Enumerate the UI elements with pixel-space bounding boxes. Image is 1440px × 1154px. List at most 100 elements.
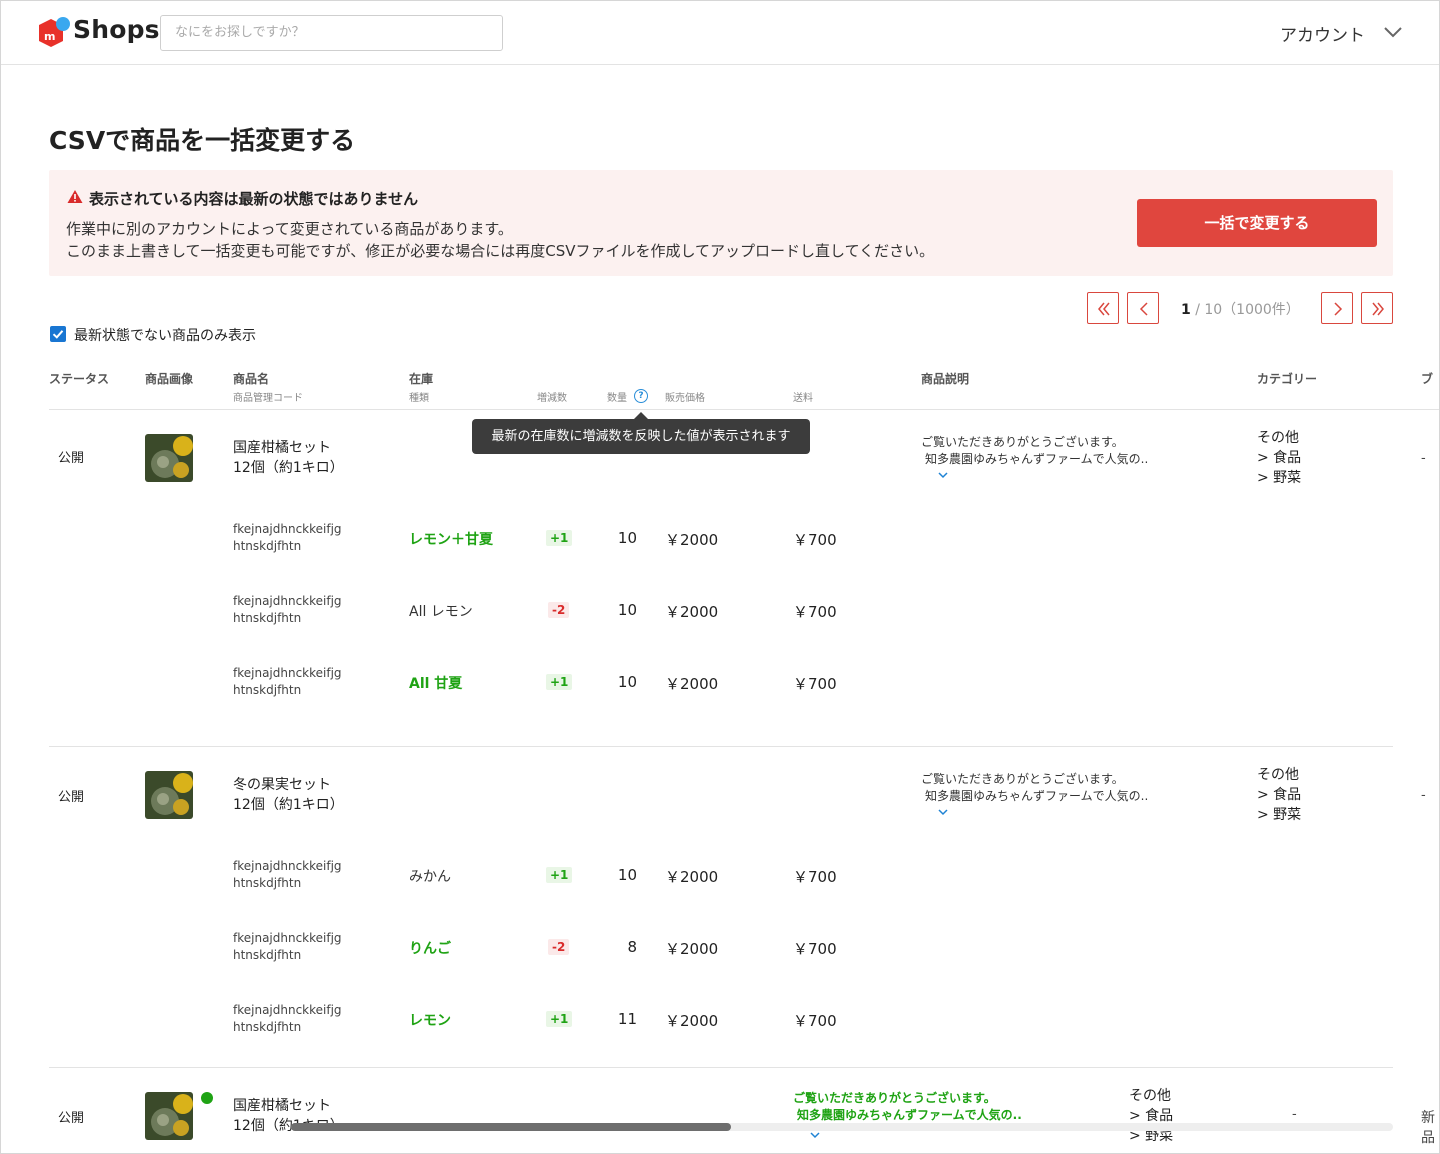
description-line2: 知多農園ゆみちゃんずファームで人気の.. bbox=[925, 789, 1149, 803]
sale-price: ￥2000 bbox=[665, 531, 719, 549]
chevron-right-icon bbox=[1334, 302, 1343, 316]
expand-description-icon[interactable] bbox=[938, 472, 948, 479]
product-name: 冬の果実セット 12個（約1キロ） bbox=[233, 775, 344, 815]
col-next: ブ bbox=[1421, 372, 1434, 386]
delta-badge: -2 bbox=[548, 602, 570, 618]
product-thumbnail[interactable] bbox=[145, 771, 193, 819]
search-input[interactable]: なにをお探しですか？ bbox=[160, 15, 503, 51]
row-divider bbox=[49, 746, 1393, 747]
product-thumbnail[interactable] bbox=[145, 434, 193, 482]
alert-title: 表示されている内容は最新の状態ではありません bbox=[89, 190, 419, 208]
category-level2: > 食品 bbox=[1257, 450, 1302, 466]
account-menu-label[interactable]: アカウント bbox=[1280, 21, 1365, 46]
variant-code-line1: fkejnajdhnckkeifjg bbox=[233, 859, 342, 873]
sale-price: ￥2000 bbox=[665, 603, 719, 621]
double-chevron-left-icon bbox=[1098, 302, 1110, 316]
product-name-line1: 国産柑橘セット bbox=[233, 440, 331, 456]
col-image: 商品画像 bbox=[145, 372, 194, 386]
variant-type: みかん bbox=[409, 869, 451, 885]
horizontal-scrollbar-thumb[interactable] bbox=[291, 1123, 731, 1131]
category-level3: > 野菜 bbox=[1257, 470, 1302, 486]
check-icon bbox=[52, 330, 64, 339]
col-delta: 増減数 bbox=[537, 393, 567, 404]
delta-badge: +1 bbox=[546, 674, 573, 690]
variant-code-line2: htnskdjfhtn bbox=[233, 948, 302, 962]
col-code: 商品管理コード bbox=[233, 393, 303, 404]
prev-page-button[interactable] bbox=[1127, 292, 1159, 324]
delta-badge: +1 bbox=[546, 530, 573, 546]
product-name-line1: 冬の果実セット bbox=[233, 777, 331, 793]
qty-help-icon[interactable]: ? bbox=[634, 389, 648, 403]
shipping-fee: ￥700 bbox=[793, 675, 837, 693]
status-text: 公開 bbox=[58, 1111, 85, 1126]
next-col-value: - bbox=[1421, 788, 1426, 803]
outdated-only-checkbox[interactable] bbox=[50, 326, 66, 342]
product-description: ご覧いただきありがとうございます。知多農園ゆみちゃんずファームで人気の.. bbox=[921, 434, 1148, 468]
bulk-update-button[interactable]: 一括で変更する bbox=[1137, 199, 1377, 247]
col-category: カテゴリー bbox=[1257, 372, 1318, 386]
variant-code: fkejnajdhnckkeifjg htnskdjfhtn bbox=[233, 593, 342, 627]
product-name-line2: 12個（約1キロ） bbox=[233, 460, 344, 476]
category: その他 > 食品 > 野菜 bbox=[1257, 428, 1301, 488]
delta-badge: +1 bbox=[546, 1011, 573, 1027]
variant-type: レモン＋甘夏 bbox=[409, 532, 493, 548]
variant-code-line2: htnskdjfhtn bbox=[233, 1020, 302, 1034]
variant-code: fkejnajdhnckkeifjg htnskdjfhtn bbox=[233, 1002, 342, 1036]
double-chevron-right-icon bbox=[1372, 302, 1384, 316]
variant-code-line2: htnskdjfhtn bbox=[233, 683, 302, 697]
outdated-only-label[interactable]: 最新状態でない商品のみ表示 bbox=[74, 325, 256, 345]
variant-code: fkejnajdhnckkeifjg htnskdjfhtn bbox=[233, 665, 342, 699]
quantity: 10 bbox=[617, 866, 637, 884]
col-type: 種類 bbox=[409, 393, 429, 404]
first-page-button[interactable] bbox=[1087, 292, 1119, 324]
shops-logo-icon[interactable]: m bbox=[35, 15, 75, 51]
sale-price: ￥2000 bbox=[665, 868, 719, 886]
shipping-fee: ￥700 bbox=[793, 868, 837, 886]
variant-code-line2: htnskdjfhtn bbox=[233, 876, 302, 890]
alert-message-line1: 作業中に別のアカウントによって変更されている商品があります。 bbox=[66, 220, 513, 238]
chevron-left-icon bbox=[1139, 302, 1148, 316]
chevron-down-icon[interactable] bbox=[1383, 25, 1403, 39]
quantity: 10 bbox=[617, 601, 637, 619]
shipping-fee: ￥700 bbox=[793, 603, 837, 621]
variant-code-line1: fkejnajdhnckkeifjg bbox=[233, 522, 342, 536]
warning-icon bbox=[67, 190, 83, 203]
variant-type: All レモン bbox=[409, 604, 473, 620]
page-indicator: 1 / 10（1000件） bbox=[1181, 299, 1300, 319]
expand-description-icon[interactable] bbox=[810, 1132, 820, 1139]
description-line2: 知多農園ゆみちゃんずファームで人気の.. bbox=[797, 1108, 1022, 1122]
product-name-line2: 12個（約1キロ） bbox=[233, 797, 344, 813]
alert-message-line2: このまま上書きして一括変更も可能ですが、修正が必要な場合には再度CSVファイルを… bbox=[66, 242, 935, 260]
expand-description-icon[interactable] bbox=[938, 809, 948, 816]
col-price: 販売価格 bbox=[665, 393, 705, 404]
variant-type: All 甘夏 bbox=[409, 676, 463, 692]
description-line1: ご覧いただきありがとうございます。 bbox=[921, 435, 1124, 449]
last-page-button[interactable] bbox=[1361, 292, 1393, 324]
shipping-fee: ￥700 bbox=[793, 531, 837, 549]
col-shipping: 送料 bbox=[793, 393, 813, 404]
product-thumbnail[interactable] bbox=[145, 1092, 193, 1140]
description-line2: 知多農園ゆみちゃんずファームで人気の.. bbox=[925, 452, 1149, 466]
next-page-button[interactable] bbox=[1321, 292, 1353, 324]
col-qty: 数量 bbox=[607, 393, 627, 404]
variant-code: fkejnajdhnckkeifjg htnskdjfhtn bbox=[233, 858, 342, 892]
category: その他 > 食品 > 野菜 bbox=[1257, 765, 1301, 825]
variant-type: りんご bbox=[409, 941, 451, 957]
shipping-fee: ￥700 bbox=[793, 940, 837, 958]
condition-value: 新品 bbox=[1421, 1110, 1435, 1146]
category: その他 > 食品 > 野菜 bbox=[1129, 1086, 1173, 1146]
variant-code-line1: fkejnajdhnckkeifjg bbox=[233, 931, 342, 945]
sale-price: ￥2000 bbox=[665, 940, 719, 958]
logo-text[interactable]: Shops bbox=[73, 15, 160, 44]
product-name-line1: 国産柑橘セット bbox=[233, 1098, 331, 1114]
col-name: 商品名 bbox=[233, 372, 270, 386]
col-status: ステータス bbox=[49, 372, 110, 386]
quantity: 10 bbox=[617, 529, 637, 547]
quantity: 11 bbox=[617, 1010, 637, 1028]
description-line1: ご覧いただきありがとうございます。 bbox=[793, 1091, 996, 1105]
col-description: 商品説明 bbox=[921, 372, 970, 386]
next-col-value: - bbox=[1292, 1107, 1297, 1122]
shipping-fee: ￥700 bbox=[793, 1012, 837, 1030]
qty-tooltip: 最新の在庫数に増減数を反映した値が表示されます bbox=[472, 419, 810, 454]
variant-code: fkejnajdhnckkeifjg htnskdjfhtn bbox=[233, 521, 342, 555]
